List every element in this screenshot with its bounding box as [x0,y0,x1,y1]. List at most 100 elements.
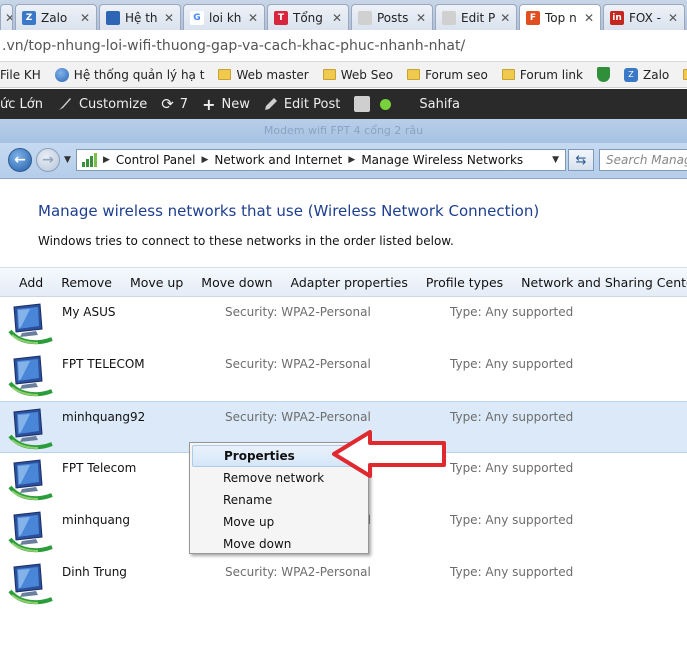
bookmark-item[interactable]: Forum link [501,68,583,82]
list-item[interactable]: Dinh Trung Security: WPA2-Personal Type: A… [0,557,687,609]
tab-label: Tổng [293,10,323,25]
address-bar[interactable]: .vn/top-nhung-loi-wifi-thuong-gap-va-cac… [0,30,687,62]
wireless-network-icon [8,355,53,397]
context-menu-item[interactable]: Rename [192,489,366,511]
recent-pages-dropdown-icon[interactable]: ▼ [64,155,71,165]
wireless-network-icon [8,511,53,553]
close-icon[interactable]: ✕ [416,11,426,25]
close-icon[interactable]: ✕ [668,11,678,25]
wp-new[interactable]: + New [202,95,250,114]
browser-tab[interactable]: Z Zalo ✕ [15,4,97,30]
toolbar-button[interactable]: Network and Sharing Center [512,275,687,290]
bookmark-item[interactable]: Z Zalo [624,67,669,82]
close-icon[interactable]: ✕ [500,11,510,25]
network-name: My ASUS [62,305,116,319]
toolbar-button[interactable]: Add [0,275,52,290]
wp-updates[interactable]: ⟳ 7 [161,95,188,113]
close-icon[interactable]: ✕ [80,11,90,25]
network-type: Type: Any supported [450,461,574,475]
chevron-down-icon[interactable]: ▼ [552,155,559,165]
breadcrumb-network[interactable]: Network and Internet [214,153,342,167]
wp-edit-post[interactable]: Edit Post [264,97,340,112]
list-item[interactable]: My ASUS Security: WPA2-Personal Type: Any … [0,297,687,349]
bookmark-item[interactable]: bai v [683,68,687,82]
toolbar-button[interactable]: Remove [52,275,121,290]
chevron-right-icon[interactable]: ▶ [202,155,209,165]
wireless-network-icon [8,408,53,450]
list-item[interactable]: FPT TELECOM Security: WPA2-Personal Type: … [0,349,687,401]
favicon-icon: F [526,10,540,25]
favicon-icon: in [610,10,624,25]
browser-tab[interactable]: in FOX - ✕ [603,4,685,30]
page-title: Manage wireless networks that use (Wirel… [38,202,540,220]
toolbar-button[interactable]: Move down [192,275,281,290]
toolbar-button[interactable]: Profile types [417,275,512,290]
tab-label: Zalo [41,10,68,25]
brush-icon [58,98,71,110]
close-icon[interactable]: ✕ [164,11,174,25]
pencil-icon [264,98,277,110]
refresh-icon: ⇆ [575,152,587,168]
favicon-icon [358,10,372,25]
tab-label: Edit P [461,10,496,25]
wp-seo[interactable] [354,96,392,112]
context-menu-item[interactable]: Move up [192,511,366,533]
browser-tab[interactable]: Posts ✕ [351,4,433,30]
breadcrumb-wireless[interactable]: Manage Wireless Networks [361,153,523,167]
favicon-icon: G [190,10,204,25]
network-name: FPT TELECOM [62,357,145,371]
tab-label: loi kh [209,10,242,25]
red-arrow-annotation [332,430,446,478]
bookmark-item[interactable]: File KH [0,68,41,82]
refresh-button[interactable]: ⇆ [568,149,594,171]
tab-label: Top n [545,10,577,25]
breadcrumb[interactable]: ▶ Control Panel ▶ Network and Internet ▶… [76,149,566,171]
wireless-network-icon [8,459,53,501]
page-description: Windows tries to connect to these networ… [38,234,454,248]
forward-button[interactable]: → [36,148,60,172]
bookmark-item[interactable]: Web master [218,67,309,82]
bookmark-item[interactable]: Web Seo [322,68,393,82]
browser-tab[interactable]: Hệ th ✕ [99,4,181,30]
folder-icon [683,69,687,80]
wp-site-name[interactable]: ức Lớn [0,97,43,112]
context-menu-item[interactable]: Move down [192,533,366,555]
close-icon[interactable]: ✕ [332,11,342,25]
chevron-right-icon[interactable]: ▶ [348,155,355,165]
search-input[interactable]: Search Manage [599,149,687,171]
bookmark-item[interactable]: Hệ thống quản lý hạ t [54,67,204,82]
browser-tab-partial[interactable]: ✕ [0,4,13,30]
back-button[interactable]: ← [8,148,32,172]
wp-customize[interactable]: Customize [57,96,147,112]
close-icon[interactable]: ✕ [248,11,258,25]
toolbar-button[interactable]: Move up [121,275,192,290]
refresh-icon: ⟳ [161,95,174,113]
chevron-right-icon[interactable]: ▶ [103,155,110,165]
tab-label: Posts [377,10,409,25]
browser-tab[interactable]: Gloi kh ✕ [183,4,265,30]
browser-tab[interactable]: Edit P ✕ [435,4,517,30]
network-name: minhquang92 [62,410,146,424]
toolbar-button[interactable]: Adapter properties [282,275,417,290]
network-type: Type: Any supported [450,513,574,527]
wireless-network-icon [8,563,53,605]
tab-label: FOX - [629,10,661,25]
navigation-bar: ← → ▼ ▶ Control Panel ▶ Network and Inte… [0,143,687,179]
browser-tab[interactable]: T Tổng ✕ [267,4,349,30]
network-security: Security: WPA2-Personal [225,305,371,319]
status-dot-icon [380,98,392,110]
wp-admin-bar: ức Lớn Customize ⟳ 7 + New Edit Post Sah… [0,89,687,119]
folder-icon [218,69,232,80]
forward-arrow-icon: → [42,152,54,168]
close-icon[interactable]: ✕ [584,11,594,25]
browser-tab[interactable]: F Top n ✕ [519,4,601,30]
network-name: FPT Telecom [62,461,137,475]
bookmark-item[interactable] [597,67,610,82]
close-icon[interactable]: ✕ [5,11,12,25]
breadcrumb-control-panel[interactable]: Control Panel [116,153,196,167]
network-type: Type: Any supported [450,565,574,579]
bookmark-label: Web master [236,67,309,82]
bookmark-item[interactable]: Forum seo [407,68,488,82]
shield-icon [597,67,610,82]
wp-theme[interactable]: Sahifa [419,97,460,112]
